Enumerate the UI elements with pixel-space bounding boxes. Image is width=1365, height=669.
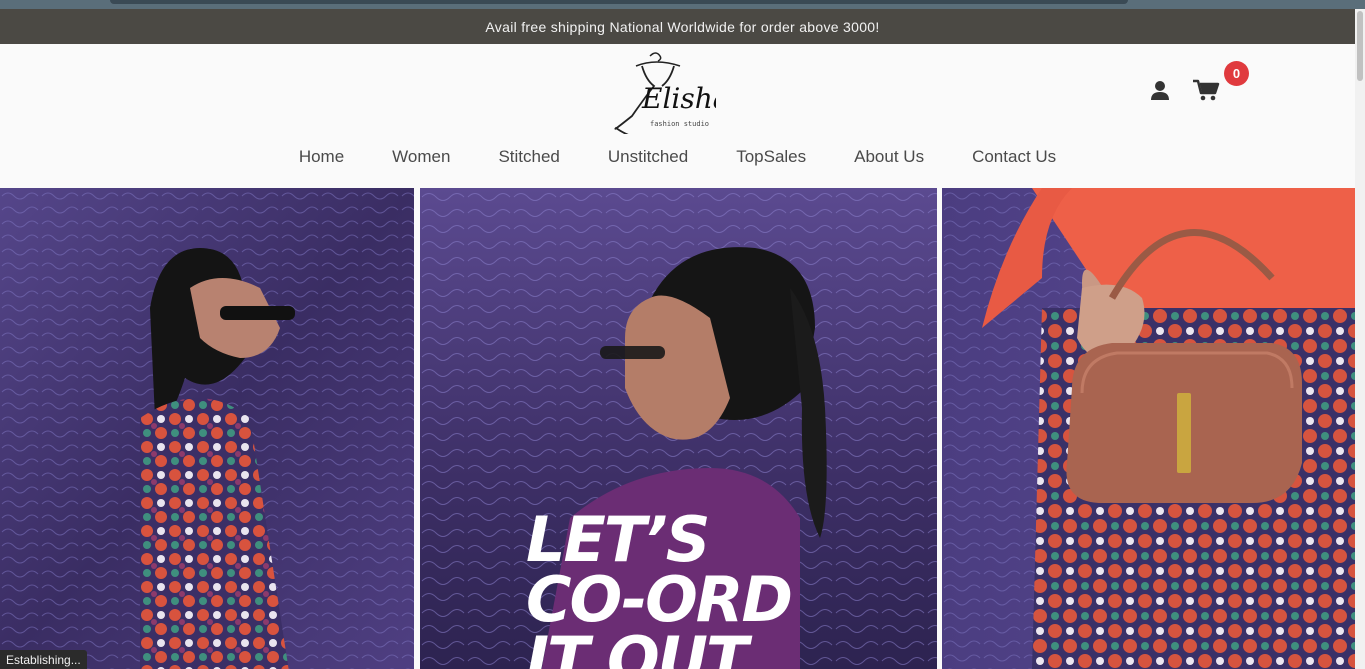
- hero-image-center[interactable]: LET’S CO-ORD IT OUT: [420, 188, 937, 669]
- nav-item-contact-us[interactable]: Contact Us: [972, 147, 1056, 171]
- scrollbar-thumb[interactable]: [1357, 11, 1363, 81]
- hero-headline-line1: LET’S: [526, 503, 710, 576]
- nav-item-stitched[interactable]: Stitched: [498, 147, 559, 171]
- dress-hanger-logo-icon: Elisha fashion studio: [614, 52, 729, 139]
- nav-item-about-us[interactable]: About Us: [854, 147, 924, 171]
- nav-item-home[interactable]: Home: [299, 147, 344, 171]
- hero-image-right[interactable]: [942, 188, 1355, 669]
- nav-item-women[interactable]: Women: [392, 147, 450, 171]
- browser-status-bar: Establishing...: [0, 650, 87, 669]
- hero-headline-line2: CO-ORD: [526, 563, 793, 636]
- nav-item-topsales[interactable]: TopSales: [736, 147, 806, 171]
- nav-item-unstitched[interactable]: Unstitched: [608, 147, 688, 171]
- page-scrollbar[interactable]: [1355, 9, 1365, 669]
- brand-logo[interactable]: Elisha fashion studio: [606, 50, 729, 139]
- user-account-icon[interactable]: [1148, 78, 1172, 102]
- announcement-text: Avail free shipping National Worldwide f…: [485, 18, 880, 35]
- brand-tagline: fashion studio: [650, 120, 709, 128]
- hero-headline: LET’S CO-ORD IT OUT: [526, 503, 793, 669]
- main-navigation: Home Women Stitched Unstitched TopSales …: [0, 147, 1355, 171]
- cart-count-badge: 0: [1224, 61, 1249, 86]
- browser-top-bar: [0, 0, 1365, 9]
- hero-image-left[interactable]: [0, 188, 414, 669]
- site-header: Elisha fashion studio 0 Home Women Stitc…: [0, 44, 1355, 188]
- announcement-bar: Avail free shipping National Worldwide f…: [0, 9, 1365, 44]
- browser-tab-strip: [110, 0, 1128, 4]
- brand-name: Elisha: [641, 82, 716, 115]
- shopping-cart-icon[interactable]: [1192, 78, 1220, 102]
